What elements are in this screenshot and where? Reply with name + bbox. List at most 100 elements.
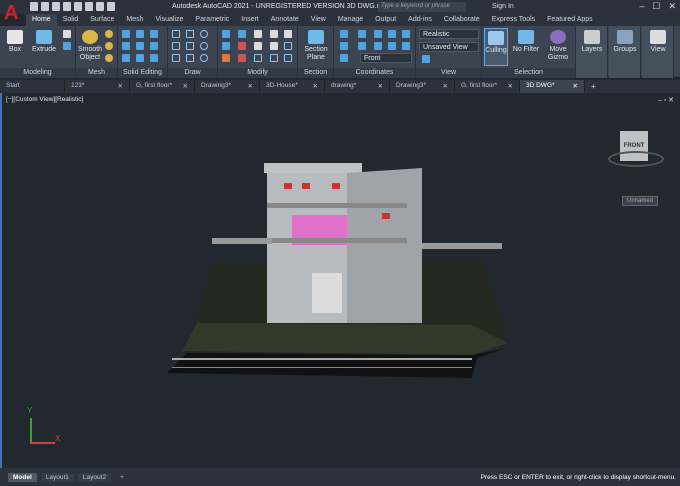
panel-label-mesh[interactable]: Mesh [76,68,117,78]
tab-add-ins[interactable]: Add-ins [402,14,438,26]
tab-featured-apps[interactable]: Featured Apps [541,14,599,26]
presspull-icon[interactable] [63,42,71,50]
line-icon[interactable] [186,42,194,50]
trim-icon[interactable] [284,30,292,38]
intersect-icon[interactable] [150,30,158,38]
spline-icon[interactable] [172,42,180,50]
ellipse-icon[interactable] [200,54,208,62]
smooth-object-button[interactable]: Smooth Object [76,30,104,62]
tab-layout2[interactable]: Layout2 [77,472,112,482]
mesh-icon[interactable] [105,54,113,62]
panel-label-selection[interactable]: Selection [482,68,575,78]
erase-icon[interactable] [222,54,230,62]
move-gizmo-button[interactable]: Move Gizmo [544,30,572,62]
layers-button[interactable]: Layers [578,30,606,54]
stretch-icon[interactable] [270,42,278,50]
scale-icon[interactable] [254,54,262,62]
file-tab[interactable]: drawing* ✕ [325,80,390,93]
autocad-logo[interactable]: A [4,2,24,24]
copy-icon[interactable] [270,30,278,38]
rotate-icon[interactable] [254,42,262,50]
arc-icon[interactable] [200,30,208,38]
panel-label-modify[interactable]: Modify [218,68,297,78]
tab-parametric[interactable]: Parametric [189,14,235,26]
groups-button[interactable]: Groups [611,30,639,54]
extrude-button[interactable]: Extrude [30,30,58,54]
ucs-world-icon[interactable] [358,30,366,38]
close-icon[interactable]: ✕ [668,1,676,12]
file-tab-active[interactable]: 3D DWG* ✕ [520,80,585,93]
mesh-icon[interactable] [105,30,113,38]
fillet-edge-icon[interactable] [136,54,144,62]
ucs-3point-icon[interactable] [402,42,410,50]
mirror-icon[interactable] [222,30,230,38]
file-tab[interactable]: Drawing3* ✕ [195,80,260,93]
tab-insert[interactable]: Insert [235,14,265,26]
tab-layout1[interactable]: Layout1 [40,472,74,482]
panel-label-solid-editing[interactable]: Solid Editing [118,68,167,78]
tab-express-tools[interactable]: Express Tools [486,14,541,26]
new-tab-button[interactable]: + [585,80,602,93]
circle-icon[interactable] [200,42,208,50]
offset-icon[interactable] [270,54,278,62]
3d-rotate-icon[interactable] [238,42,246,50]
sign-in-button[interactable]: Sign In [492,3,514,10]
panel-label-modeling[interactable]: Modeling [0,68,75,78]
ucs-z-icon[interactable] [388,42,396,50]
tab-visualize[interactable]: Visualize [150,14,190,26]
tab-output[interactable]: Output [369,14,402,26]
file-tab[interactable]: G, first floor* ✕ [455,80,520,93]
named-view-dropdown[interactable]: Unsaved View [419,42,479,52]
panel-label-draw[interactable]: Draw [168,68,217,78]
tab-mesh[interactable]: Mesh [120,14,149,26]
file-tab[interactable]: Drawing3* ✕ [390,80,455,93]
section-plane-button[interactable]: Section Plane [300,30,332,62]
view-button[interactable]: View [644,30,672,54]
3d-scale-icon[interactable] [238,54,246,62]
quick-access-toolbar[interactable] [30,2,115,11]
tab-manage[interactable]: Manage [332,14,369,26]
ucs-origin-icon[interactable] [358,42,366,50]
3d-align-icon[interactable] [238,30,246,38]
fillet-icon[interactable] [284,42,292,50]
ucs-view-icon[interactable] [388,30,396,38]
tab-home[interactable]: Home [26,14,57,26]
box-button[interactable]: Box [4,30,26,54]
no-filter-button[interactable]: No Filter [512,30,540,54]
search-input[interactable]: Type a keyword or phrase [378,2,466,12]
separate-icon[interactable] [150,54,158,62]
panel-label-view[interactable]: View [416,68,481,78]
helix-icon[interactable] [186,30,194,38]
culling-button[interactable]: Culling [484,28,508,66]
panel-label-coordinates[interactable]: Coordinates [334,68,415,78]
add-layout-button[interactable]: + [115,473,129,482]
shell-icon[interactable] [122,54,130,62]
ucs-object-icon[interactable] [402,30,410,38]
panel-label-section[interactable]: Section [298,68,333,78]
move-icon[interactable] [254,30,262,38]
viewport-config-icon[interactable] [422,55,430,63]
tab-model[interactable]: Model [8,472,37,482]
compass-ring[interactable] [608,151,664,167]
viewcube[interactable]: FRONT [608,131,664,171]
file-tab[interactable]: 3D-House* ✕ [260,80,325,93]
tab-surface[interactable]: Surface [84,14,120,26]
rectangle-icon[interactable] [186,54,194,62]
tab-solid[interactable]: Solid [57,14,85,26]
maximize-icon[interactable]: ☐ [652,1,660,12]
polyline-icon[interactable] [172,30,180,38]
union-icon[interactable] [122,30,130,38]
tab-view[interactable]: View [305,14,332,26]
polygon-icon[interactable] [172,54,180,62]
file-tab[interactable]: G, first floor* ✕ [130,80,195,93]
mesh-icon[interactable] [105,42,113,50]
ucs-settings-icon[interactable] [340,54,348,62]
ucs-named-icon[interactable] [340,42,348,50]
array-icon[interactable] [284,54,292,62]
drawing-viewport[interactable]: [−][Custom View][Realistic] – ▫ ✕ FRONT … [0,93,680,468]
ucs-menu[interactable]: Unnamed [622,196,659,206]
slice-icon[interactable] [122,42,130,50]
ucs-y-icon[interactable] [374,42,382,50]
ucs-x-icon[interactable] [374,30,382,38]
tab-collaborate[interactable]: Collaborate [438,14,486,26]
